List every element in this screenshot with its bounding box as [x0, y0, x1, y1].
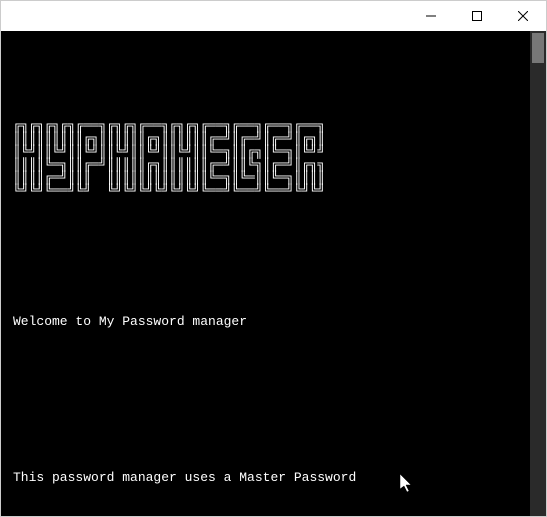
maximize-button[interactable] — [454, 1, 500, 31]
titlebar — [1, 1, 546, 31]
close-button[interactable] — [500, 1, 546, 31]
minimize-icon — [426, 11, 436, 21]
minimize-button[interactable] — [408, 1, 454, 31]
desc-line-1: This password manager uses a Master Pass… — [13, 469, 534, 487]
app-window: ╔╗╔╗╔╗╔╗╔══╗╔╗╔╗╔══╗╔╗╔╗╔══╗╔══╗╔══╗╔══╗… — [0, 0, 547, 517]
maximize-icon — [472, 11, 482, 21]
ascii-logo: ╔╗╔╗╔╗╔╗╔══╗╔╗╔╗╔══╗╔╗╔╗╔══╗╔══╗╔══╗╔══╗… — [13, 119, 534, 197]
scrollbar[interactable] — [530, 31, 546, 516]
scrollbar-thumb[interactable] — [532, 33, 544, 63]
close-icon — [518, 11, 528, 21]
terminal-output: ╔╗╔╗╔╗╔╗╔══╗╔╗╔╗╔══╗╔╗╔╗╔══╗╔══╗╔══╗╔══╗… — [1, 31, 546, 516]
welcome-text: Welcome to My Password manager — [13, 313, 534, 331]
